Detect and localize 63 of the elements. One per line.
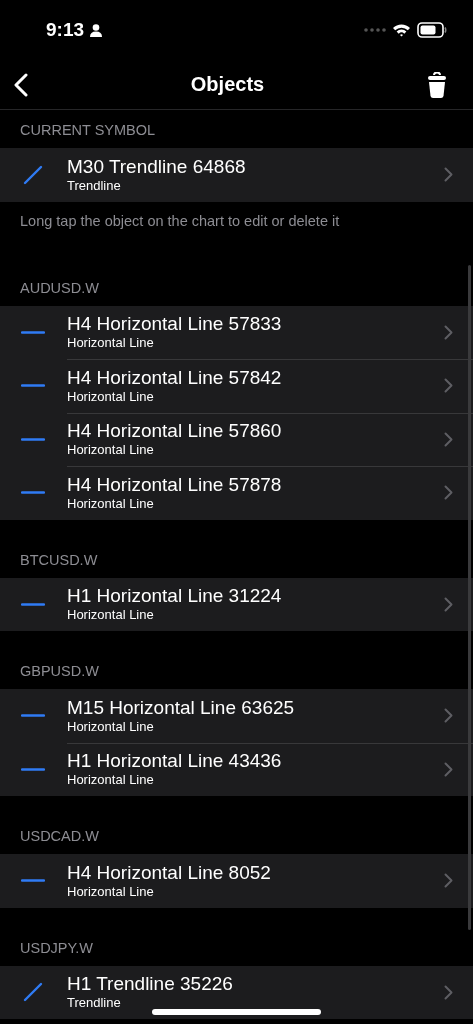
object-title: H1 Trendline 35226 (67, 973, 234, 996)
object-row[interactable]: H4 Horizontal Line 8052 Horizontal Line (0, 854, 473, 908)
object-title: H4 Horizontal Line 57833 (67, 313, 283, 336)
status-time: 9:13 (46, 19, 85, 41)
object-type: Horizontal Line (67, 718, 155, 735)
horizontal-line-icon (21, 437, 45, 441)
object-row[interactable]: M30 Trendline 64868 Trendline (0, 148, 473, 202)
object-row[interactable]: H1 Horizontal Line 43436 Horizontal Line (0, 742, 473, 796)
object-title: M30 Trendline 64868 (67, 155, 247, 178)
object-type: Horizontal Line (67, 442, 155, 459)
object-row[interactable]: H1 Horizontal Line 31224 Horizontal Line (0, 577, 473, 631)
chevron-icon (444, 984, 453, 1000)
object-title: H4 Horizontal Line 57878 (67, 473, 283, 496)
diagonal-line-icon (23, 164, 43, 185)
object-title: H4 Horizontal Line 8052 (67, 861, 272, 884)
object-row[interactable]: H1 Trendline 35226 Trendline (0, 965, 473, 1019)
section-header: GBPUSD.W (19, 662, 100, 681)
object-type: Horizontal Line (67, 495, 155, 512)
object-type: Trendline (67, 995, 122, 1012)
object-title: M15 Horizontal Line 63625 (67, 696, 296, 719)
chevron-icon (444, 596, 453, 612)
object-title: H4 Horizontal Line 57842 (67, 366, 283, 389)
chevron-icon (444, 431, 453, 447)
chevron-icon (444, 708, 453, 724)
object-type: Trendline (67, 177, 122, 194)
object-row[interactable]: H4 Horizontal Line 57860 Horizontal Line (0, 412, 473, 466)
section-header: USDCAD.W (19, 827, 100, 846)
battery-icon (417, 22, 447, 38)
object-title: H1 Horizontal Line 43436 (67, 750, 283, 773)
chevron-icon (444, 324, 453, 340)
horizontal-line-icon (21, 491, 45, 495)
object-row[interactable]: H4 Horizontal Line 57878 Horizontal Line (0, 466, 473, 520)
object-type: Horizontal Line (67, 607, 155, 624)
chevron-icon (444, 873, 453, 889)
section-header: CURRENT SYMBOL (19, 121, 157, 140)
signal-icon (364, 28, 386, 32)
object-title: H4 Horizontal Line 57860 (67, 420, 283, 443)
object-row[interactable]: H4 Horizontal Line 57842 Horizontal Line (0, 359, 473, 413)
chevron-icon (444, 167, 453, 183)
hint-text: Long tap the object on the chart to edit or delete it (19, 211, 341, 231)
section-header: AUDUSD.W (19, 278, 100, 298)
object-type: Horizontal Line (67, 335, 155, 352)
page-title: Objects (190, 73, 265, 96)
chevron-icon (444, 761, 453, 777)
chevron-icon (444, 485, 453, 501)
horizontal-line-icon (21, 330, 45, 334)
object-type: Horizontal Line (67, 388, 155, 405)
horizontal-line-icon (21, 714, 45, 718)
object-row[interactable]: M15 Horizontal Line 63625 Horizontal Line (0, 689, 473, 743)
horizontal-line-icon (21, 879, 45, 883)
person-icon (90, 23, 103, 37)
horizontal-line-icon (21, 602, 45, 606)
diagonal-line-icon (23, 982, 43, 1003)
section-header: BTCUSD.W (19, 550, 99, 570)
chevron-icon (444, 378, 453, 394)
object-type: Horizontal Line (67, 883, 155, 900)
object-row[interactable]: H4 Horizontal Line 57833 Horizontal Line (0, 305, 473, 359)
object-title: H1 Horizontal Line 31224 (67, 585, 283, 608)
horizontal-line-icon (21, 384, 45, 388)
section-header: USDJPY.W (19, 938, 95, 958)
horizontal-line-icon (21, 767, 45, 771)
object-type: Horizontal Line (67, 772, 155, 789)
wifi-icon (392, 23, 411, 37)
